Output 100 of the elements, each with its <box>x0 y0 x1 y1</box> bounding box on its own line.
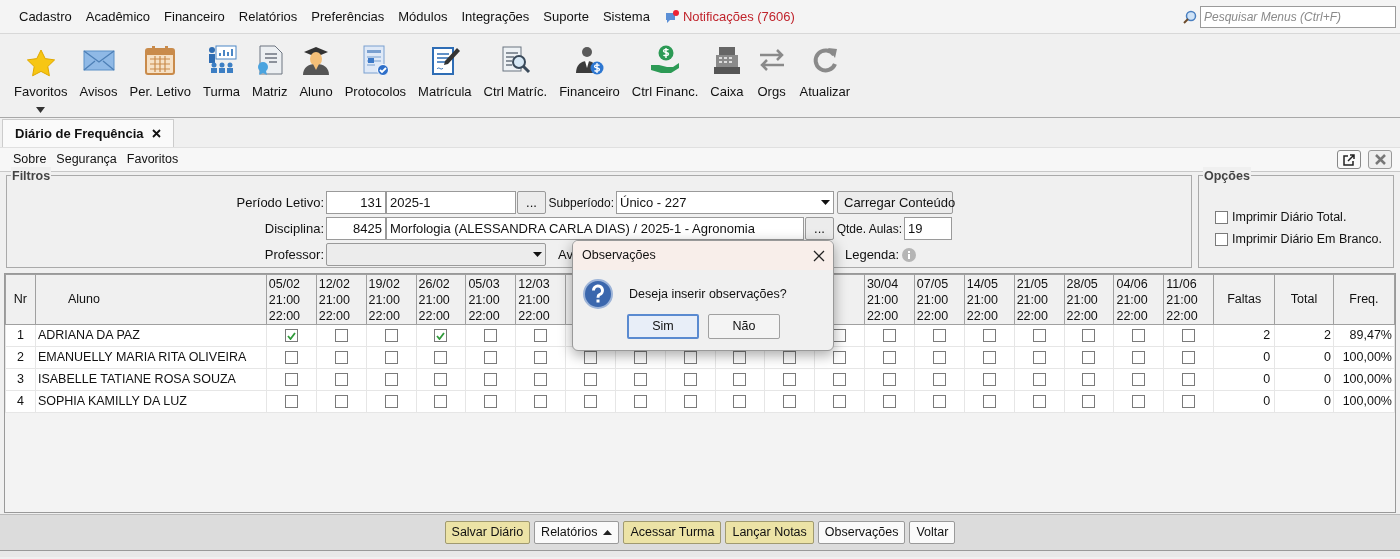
search-field[interactable]: Pesquisar Menus (Ctrl+F) <box>1200 5 1396 28</box>
checkbox[interactable] <box>982 373 996 386</box>
action-button[interactable]: Observações <box>817 521 906 544</box>
checkbox[interactable] <box>334 373 348 386</box>
action-button[interactable]: Acessar Turma <box>623 521 722 544</box>
checkbox[interactable] <box>633 373 647 386</box>
checkbox[interactable] <box>1132 329 1146 342</box>
checkbox[interactable] <box>384 373 398 386</box>
checkbox[interactable] <box>584 351 598 364</box>
checkbox[interactable] <box>484 373 498 386</box>
toolbar-button[interactable]: Financeiro <box>553 43 626 101</box>
toolbar-button[interactable]: Caixa <box>704 43 750 101</box>
checkbox[interactable] <box>1032 395 1046 408</box>
checkbox[interactable] <box>982 329 996 342</box>
menu-item[interactable]: Acadêmico <box>78 4 158 29</box>
checkbox[interactable] <box>1082 351 1096 364</box>
checkbox[interactable] <box>534 373 548 386</box>
checkbox[interactable] <box>1132 395 1146 408</box>
checkbox[interactable] <box>534 351 548 364</box>
action-button[interactable]: Voltar <box>909 521 956 544</box>
toolbar-button[interactable]: Per. Letivo <box>123 43 197 101</box>
checkbox[interactable] <box>783 351 797 364</box>
action-button[interactable]: Relatórios <box>534 521 620 544</box>
notifications-link[interactable]: Notificações (7606) <box>682 6 795 27</box>
checkbox[interactable] <box>434 351 448 364</box>
checkbox[interactable] <box>334 395 348 408</box>
checkbox[interactable] <box>882 351 896 364</box>
input-field[interactable]: 19 <box>904 217 952 240</box>
checkbox[interactable] <box>484 329 498 342</box>
checkbox[interactable] <box>534 395 548 408</box>
checkbox[interactable] <box>284 373 298 386</box>
checkbox[interactable] <box>733 395 747 408</box>
input-field[interactable]: 2025-1 <box>386 191 516 214</box>
checkbox[interactable] <box>733 351 747 364</box>
checkbox[interactable] <box>932 395 946 408</box>
checkbox[interactable] <box>882 395 896 408</box>
checkbox[interactable] <box>284 329 298 342</box>
lookup-button[interactable]: ... <box>805 217 834 240</box>
menu-item[interactable]: Preferências <box>304 4 392 29</box>
action-button[interactable]: Salvar Diário <box>444 521 531 544</box>
checkbox[interactable] <box>733 373 747 386</box>
menu-item[interactable]: Favoritos <box>121 150 184 169</box>
checkbox[interactable] <box>1215 232 1228 246</box>
menu-item[interactable]: Relatórios <box>231 4 305 29</box>
checkbox[interactable] <box>1182 329 1196 342</box>
checkbox[interactable] <box>384 395 398 408</box>
checkbox[interactable] <box>1082 395 1096 408</box>
checkbox[interactable] <box>833 373 846 386</box>
checkbox[interactable] <box>534 329 548 342</box>
checkbox[interactable] <box>683 351 697 364</box>
toolbar-button[interactable]: Avisos <box>73 43 124 101</box>
checkbox[interactable] <box>633 351 647 364</box>
checkbox[interactable] <box>384 329 398 342</box>
popout-button[interactable] <box>1337 150 1361 169</box>
menu-item[interactable]: Financeiro <box>157 4 232 29</box>
checkbox[interactable] <box>1032 351 1046 364</box>
checkbox[interactable] <box>434 373 448 386</box>
load-content-button[interactable]: Carregar Conteúdo <box>837 191 953 214</box>
checkbox[interactable] <box>1082 373 1096 386</box>
dialog-button[interactable]: Não <box>708 314 780 339</box>
checkbox[interactable] <box>1032 373 1046 386</box>
menu-item[interactable]: Segurança <box>51 150 122 169</box>
checkbox[interactable] <box>882 329 896 342</box>
checkbox[interactable] <box>434 329 448 342</box>
menu-item[interactable]: Módulos <box>391 4 455 29</box>
checkbox[interactable] <box>932 373 946 386</box>
toolbar-button[interactable]: Orgs <box>749 43 794 101</box>
menu-item[interactable]: Suporte <box>536 4 596 29</box>
checkbox[interactable] <box>1215 210 1228 224</box>
checkbox[interactable] <box>334 329 348 342</box>
toolbar-button[interactable]: Aluno <box>293 43 339 101</box>
menu-item[interactable]: Cadastro <box>12 4 79 29</box>
checkbox[interactable] <box>1082 329 1096 342</box>
checkbox[interactable] <box>982 395 996 408</box>
checkbox[interactable] <box>932 329 946 342</box>
dialog-button[interactable]: Sim <box>627 314 699 339</box>
toolbar-button[interactable]: Favoritos <box>8 47 74 113</box>
checkbox[interactable] <box>484 395 498 408</box>
toolbar-button[interactable]: Atualizar <box>793 43 857 101</box>
toolbar-button[interactable]: Matrícula <box>412 43 478 101</box>
tab[interactable]: Diário de Frequência <box>2 119 174 147</box>
checkbox[interactable] <box>783 395 797 408</box>
checkbox[interactable] <box>484 351 498 364</box>
checkbox[interactable] <box>683 373 697 386</box>
checkbox[interactable] <box>1182 373 1196 386</box>
checkbox[interactable] <box>833 351 846 364</box>
checkbox[interactable] <box>584 373 598 386</box>
menu-item[interactable]: Integrações <box>454 4 537 29</box>
toolbar-button[interactable]: Turma <box>196 43 247 101</box>
checkbox[interactable] <box>683 395 697 408</box>
checkbox[interactable] <box>633 395 647 408</box>
checkbox[interactable] <box>932 351 946 364</box>
checkbox[interactable] <box>1132 373 1146 386</box>
action-button[interactable]: Lançar Notas <box>725 521 814 544</box>
checkbox[interactable] <box>833 395 846 408</box>
checkbox[interactable] <box>1032 329 1046 342</box>
checkbox[interactable] <box>334 351 348 364</box>
checkbox[interactable] <box>284 351 298 364</box>
input-field[interactable]: 131 <box>326 191 386 214</box>
close-button[interactable] <box>1368 150 1392 169</box>
